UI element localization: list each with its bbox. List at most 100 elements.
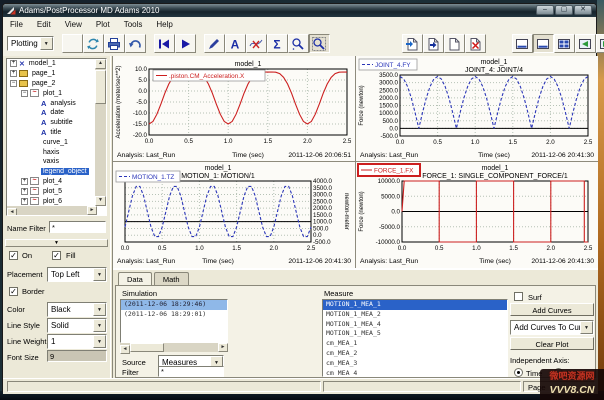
tree-item-label[interactable]: subtitle — [48, 119, 74, 126]
tree-item-plot_6[interactable]: +~plot_6 — [7, 196, 95, 206]
measure-list-item[interactable]: MOTION_1_MEA_5 — [323, 329, 507, 339]
add-curves-to-current-select[interactable]: Add Curves To Current F ▼ — [510, 320, 594, 335]
tree-item-date[interactable]: Adate — [7, 108, 95, 118]
export-page-button[interactable] — [423, 34, 444, 53]
first-frame-button[interactable] — [154, 34, 175, 53]
scroll-left-icon[interactable]: ◄ — [7, 208, 17, 216]
math-function-button[interactable]: Σ — [267, 34, 288, 53]
tab-data[interactable]: Data — [118, 272, 152, 285]
measure-list-item[interactable]: cm_MEA_3 — [323, 359, 507, 369]
plot-4-force1[interactable]: 0.00.51.01.52.02.510000.05000.00.0-5000.… — [356, 162, 598, 268]
measure-list-item[interactable]: cm_MEA_4 — [323, 369, 507, 377]
tree-item-label[interactable]: plot_4 — [41, 178, 64, 185]
expand-icon[interactable]: + — [10, 60, 17, 67]
tree-item-label[interactable]: page_1 — [30, 70, 57, 77]
new-page-button[interactable] — [444, 34, 465, 53]
tree-item-plot_5[interactable]: +~plot_5 — [7, 186, 95, 196]
placement-select[interactable]: Top Left ▼ — [47, 267, 107, 282]
layout-single-alt-button[interactable] — [533, 34, 554, 53]
tree-item-label[interactable]: plot_1 — [41, 90, 64, 97]
measure-list-item[interactable]: cm_MEA_1 — [323, 339, 507, 349]
chevron-down-icon[interactable]: ▼ — [580, 321, 593, 334]
tree-item-vaxis[interactable]: vaxis — [7, 157, 95, 167]
tree-item-legend_object[interactable]: legend_object — [7, 167, 95, 177]
expand-icon[interactable]: + — [21, 188, 28, 195]
add-curves-button[interactable]: Add Curves — [510, 303, 594, 316]
open-file-button[interactable] — [62, 34, 83, 53]
reload-button[interactable] — [83, 34, 104, 53]
mode-select[interactable]: Plotting ▼ — [7, 36, 54, 51]
pen-tool-button[interactable] — [204, 34, 225, 53]
collapse-properties-button[interactable]: ▼ — [5, 239, 108, 247]
minimize-button[interactable]: – — [536, 5, 554, 15]
scroll-down-icon[interactable]: ▼ — [95, 196, 106, 206]
tree-horizontal-scrollbar[interactable]: ◄ ► — [7, 206, 97, 215]
chevron-down-icon[interactable]: ▼ — [93, 319, 106, 332]
line-weight-select[interactable]: 1 ▼ — [47, 334, 107, 349]
measure-list-item[interactable]: MOTION_1_MEA_2 — [323, 310, 507, 320]
play-button[interactable] — [175, 34, 196, 53]
tree-item-label[interactable]: vaxis — [41, 158, 61, 165]
model-tree[interactable]: +✕model_1+page_1−page_2−~plot_1Aanalysis… — [6, 58, 107, 216]
tree-item-label[interactable]: title — [48, 129, 63, 136]
collapse-icon[interactable]: − — [21, 90, 28, 97]
line-style-select[interactable]: Solid ▼ — [47, 318, 107, 333]
clear-plot-button[interactable]: Clear Plot — [510, 337, 594, 350]
import-page-button[interactable] — [402, 34, 423, 53]
chevron-down-icon[interactable]: ▼ — [93, 335, 106, 348]
chevron-down-icon[interactable]: ▼ — [40, 37, 53, 50]
measure-list-item[interactable]: MOTION_1_MEA_1 — [323, 300, 507, 310]
scroll-up-icon[interactable]: ▲ — [95, 59, 106, 69]
undo-button[interactable] — [125, 34, 146, 53]
tree-item-label[interactable]: plot_5 — [41, 188, 64, 195]
zoom-button[interactable] — [288, 34, 309, 53]
tree-item-title[interactable]: Atitle — [7, 128, 95, 138]
expand-icon[interactable]: + — [10, 70, 17, 77]
menu-file[interactable]: File — [3, 19, 30, 30]
expand-icon[interactable]: + — [21, 178, 28, 185]
tree-item-label[interactable]: curve_1 — [41, 139, 70, 146]
plot-2-joint4-force[interactable]: 0.00.51.01.52.02.53500.03000.02500.02000… — [356, 56, 598, 161]
tree-item-label[interactable]: legend_object — [41, 168, 89, 175]
previous-view-button[interactable] — [575, 34, 596, 53]
measure-list[interactable]: MOTION_1_MEA_1MOTION_1_MEA_2 MOTION_1_MEA… — [322, 299, 508, 377]
title-bar[interactable]: Adams/PostProcessor MD Adams 2010 – ▢ ✕ — [3, 4, 596, 17]
print-button[interactable] — [104, 34, 125, 53]
tree-item-label[interactable]: model_1 — [27, 60, 58, 67]
maximize-button[interactable]: ▢ — [555, 5, 573, 15]
simulation-list-item[interactable]: (2011-12-06 18:29:46) — [121, 300, 227, 310]
filter-input[interactable] — [158, 366, 224, 377]
tree-item-analysis[interactable]: Aanalysis — [7, 98, 95, 108]
curve-edit-button[interactable] — [246, 34, 267, 53]
tree-item-page_2[interactable]: −page_2 — [7, 79, 95, 89]
tree-item-plot_4[interactable]: +~plot_4 — [7, 177, 95, 187]
tree-item-subtitle[interactable]: Asubtitle — [7, 118, 95, 128]
menu-plot[interactable]: Plot — [89, 19, 117, 30]
time-radio[interactable] — [514, 368, 523, 377]
menu-tools[interactable]: Tools — [117, 19, 150, 30]
menu-help[interactable]: Help — [149, 19, 179, 30]
fill-checkbox[interactable]: ✓ — [52, 251, 61, 260]
scroll-left-icon[interactable]: ◄ — [120, 345, 130, 354]
tree-item-page_1[interactable]: + page_1 — [7, 69, 95, 79]
chevron-down-icon[interactable]: ▼ — [93, 303, 106, 316]
scroll-right-icon[interactable]: ► — [218, 343, 228, 352]
menu-edit[interactable]: Edit — [30, 19, 58, 30]
tree-scrollbar-thumb[interactable] — [95, 70, 106, 104]
measure-list-item[interactable]: cm_MEA_2 — [323, 349, 507, 359]
simulation-list-item[interactable]: (2011-12-06 18:29:01) — [121, 310, 227, 320]
tree-item-haxis[interactable]: haxis — [7, 147, 95, 157]
layout-grid-button[interactable] — [554, 34, 575, 53]
tree-item-curve_1[interactable]: curve_1 — [7, 137, 95, 147]
tree-item-plot_1[interactable]: −~plot_1 — [7, 88, 95, 98]
surf-checkbox[interactable] — [514, 292, 523, 301]
chevron-down-icon[interactable]: ▼ — [93, 268, 106, 281]
border-checkbox[interactable]: ✓ — [9, 287, 18, 296]
on-checkbox[interactable]: ✓ — [9, 251, 18, 260]
tree-item-label[interactable]: date — [48, 109, 66, 116]
next-view-button[interactable] — [596, 34, 604, 53]
plot-1-piston-acceleration[interactable]: 0.00.51.01.52.02.510.05.00.0-5.0-10.0-15… — [113, 56, 355, 161]
expand-icon[interactable]: + — [21, 198, 28, 205]
plot-3-motion1-torque[interactable]: 0.00.51.01.52.02.54000.03500.03000.02500… — [113, 162, 355, 268]
simulation-hscrollbar[interactable]: ◄ ► — [120, 343, 228, 352]
